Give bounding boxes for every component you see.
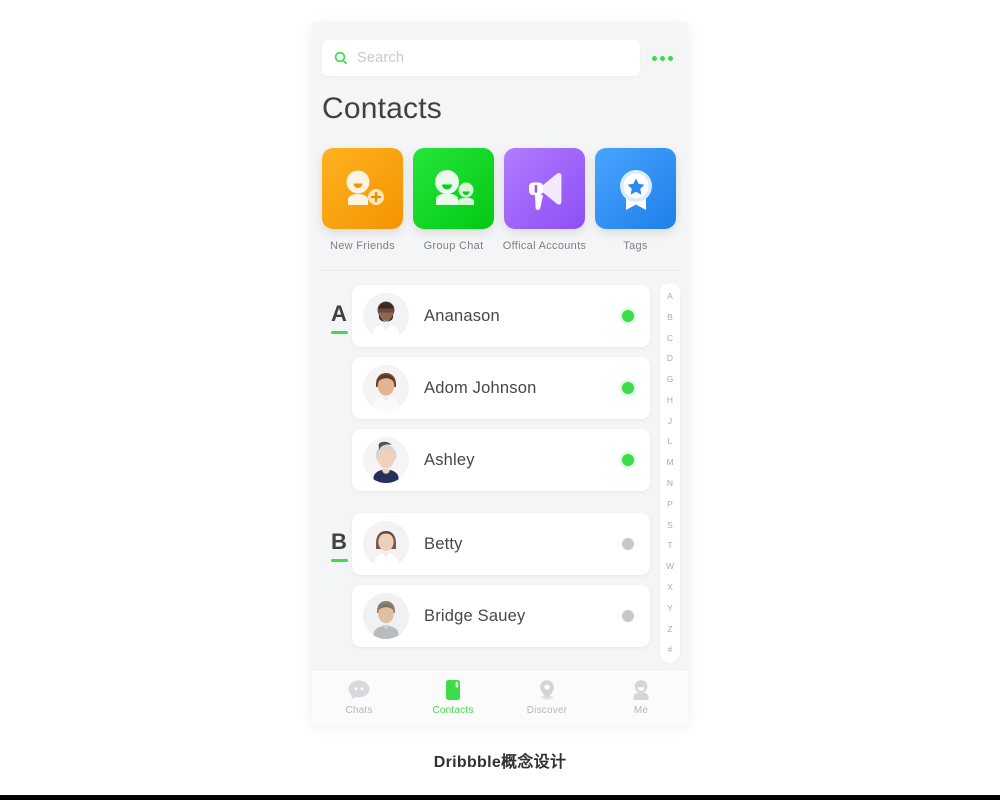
group-letter-underline (330, 331, 348, 334)
phone-mockup: Search Contacts New Friends Group Chat O… (312, 22, 688, 725)
index-letter[interactable]: H (667, 396, 673, 405)
search-input[interactable]: Search (322, 40, 640, 76)
contact-name: Betty (424, 534, 463, 553)
tab-label: Discover (526, 705, 568, 716)
search-bar-row: Search (312, 22, 688, 76)
contact-list[interactable]: A Ananason Adom Johnson Ashley B Betty B… (312, 271, 688, 669)
index-letter[interactable]: W (666, 562, 674, 571)
index-letter[interactable]: Y (667, 604, 673, 613)
tab-label: Me (633, 705, 649, 716)
dot (667, 55, 673, 61)
dot (651, 55, 657, 61)
category-offical-accounts[interactable]: Offical Accounts (502, 148, 587, 252)
person-icon (629, 679, 653, 701)
alphabet-index[interactable]: A B C D G H J L M N P S T W X Y Z # (660, 283, 680, 663)
contact-row[interactable]: Ashley (352, 429, 650, 491)
group-letter-underline (330, 559, 348, 562)
contact-group-a: A Ananason Adom Johnson Ashley (312, 285, 688, 491)
tab-label: Chats (345, 705, 373, 716)
page-root: Search Contacts New Friends Group Chat O… (0, 0, 1000, 800)
index-letter[interactable]: Z (667, 624, 672, 634)
index-letter[interactable]: M (666, 458, 673, 467)
category-tile[interactable] (595, 148, 676, 229)
index-letter[interactable]: A (667, 292, 673, 301)
bottom-black-bar (0, 795, 1000, 800)
tab-discover[interactable]: Discover (500, 679, 594, 716)
index-letter[interactable]: P (667, 500, 673, 509)
index-letter[interactable]: C (667, 334, 673, 343)
group-letter-text: A (331, 301, 347, 326)
category-tags[interactable]: Tags (595, 148, 676, 252)
index-letter[interactable]: # (668, 645, 673, 654)
index-letter[interactable]: B (667, 313, 673, 322)
avatar (363, 521, 409, 567)
status-badge (622, 538, 634, 550)
index-letter[interactable]: X (667, 583, 673, 592)
index-letter[interactable]: D (667, 354, 673, 363)
index-letter[interactable]: L (668, 437, 673, 446)
tag-badge-star-icon (613, 165, 659, 213)
group-letter-text: B (331, 529, 347, 554)
index-letter[interactable]: S (667, 521, 673, 530)
contacts-book-icon (441, 679, 465, 701)
index-letter[interactable]: T (667, 541, 672, 550)
category-tile[interactable] (413, 148, 494, 229)
avatar (363, 437, 409, 483)
tab-me[interactable]: Me (594, 679, 688, 716)
category-label: Tags (623, 240, 648, 252)
chat-bubble-icon (347, 679, 371, 701)
contact-group-b: B Betty Bridge Sauey (312, 513, 688, 647)
contact-name: Ananason (424, 306, 500, 325)
caption-text: Dribbble概念设计 (433, 754, 567, 771)
category-shortcuts: New Friends Group Chat Offical Accounts … (312, 126, 688, 252)
contact-name: Ashley (424, 450, 475, 469)
tab-contacts[interactable]: Contacts (406, 679, 500, 716)
contact-row[interactable]: Betty (352, 513, 650, 575)
location-pin-icon (535, 679, 559, 701)
bottom-tab-bar: Chats Contacts Discover Me (312, 669, 688, 725)
category-tile[interactable] (504, 148, 585, 229)
category-label: Group Chat (423, 240, 484, 252)
contact-row[interactable]: Ananason (352, 285, 650, 347)
group-header-letter: A (328, 301, 350, 334)
more-dots-icon[interactable] (648, 40, 676, 76)
page-title: Contacts (322, 92, 442, 125)
group-chat-icon (428, 166, 480, 212)
index-letter[interactable]: G (667, 375, 674, 384)
megaphone-icon (520, 166, 570, 212)
group-header-letter: B (328, 529, 350, 562)
add-friend-icon (338, 166, 388, 212)
status-badge (622, 310, 634, 322)
index-letter[interactable]: J (668, 417, 672, 426)
avatar (363, 293, 409, 339)
category-group-chat[interactable]: Group Chat (413, 148, 494, 252)
dot (659, 55, 665, 61)
status-badge (622, 454, 634, 466)
contact-name: Adom Johnson (424, 378, 537, 397)
contact-row[interactable]: Bridge Sauey (352, 585, 650, 647)
search-placeholder-text: Search (357, 50, 405, 66)
category-tile[interactable] (322, 148, 403, 229)
status-badge (622, 610, 634, 622)
category-label: Offical Accounts (502, 240, 587, 252)
search-icon (334, 51, 348, 65)
tab-label: Contacts (432, 705, 474, 716)
avatar (363, 365, 409, 411)
status-badge (622, 382, 634, 394)
category-new-friends[interactable]: New Friends (322, 148, 403, 252)
contact-list-scroll: A Ananason Adom Johnson Ashley B Betty B… (312, 285, 688, 647)
avatar (363, 593, 409, 639)
index-letter[interactable]: N (667, 479, 673, 488)
tab-chats[interactable]: Chats (312, 679, 406, 716)
contact-row[interactable]: Adom Johnson (352, 357, 650, 419)
category-label: New Friends (329, 240, 396, 252)
contact-name: Bridge Sauey (424, 606, 526, 625)
